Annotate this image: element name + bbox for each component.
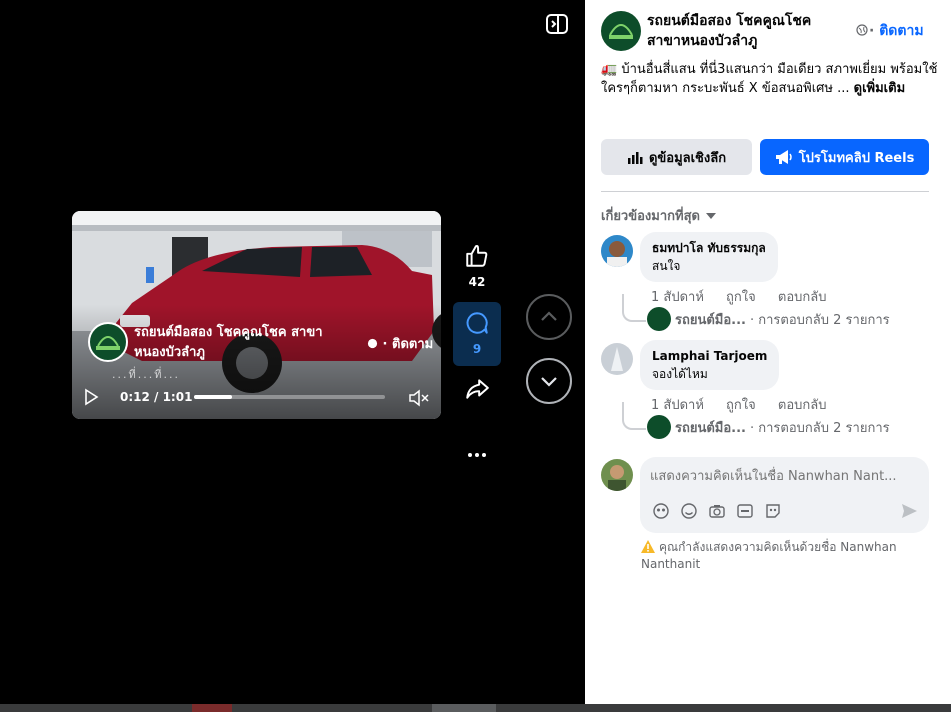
reply-author-avatar: [647, 415, 671, 439]
video-page-avatar[interactable]: [88, 322, 128, 362]
video-progress-fill: [194, 395, 233, 399]
play-icon: [85, 388, 99, 406]
comment-reply-link[interactable]: ตอบกลับ: [778, 398, 827, 413]
page-logo-icon: [96, 336, 120, 350]
follow-link[interactable]: · ติดตาม: [869, 20, 924, 42]
promote-reel-button[interactable]: โปรโมทคลิป Reels: [760, 139, 929, 175]
comment-time[interactable]: 1 สัปดาห์: [651, 290, 704, 305]
muted-speaker-icon: [409, 389, 429, 407]
avatar-photo: [601, 343, 633, 375]
like-button[interactable]: 42: [453, 243, 501, 289]
thumbs-up-icon: [466, 245, 488, 267]
share-icon: [466, 379, 489, 399]
taskbar-tab: [432, 704, 496, 712]
divider: [601, 191, 929, 192]
caret-down-icon: [705, 212, 716, 219]
globe-icon: [367, 338, 378, 349]
video-player[interactable]: รถยนต์มือสอง โชคคูณโชค สาขาหนองบัวลำภู ·…: [72, 211, 441, 419]
comment-meta: 1 สัปดาห์ ถูกใจ ตอบกลับ: [651, 286, 845, 307]
comment-composer: [640, 457, 929, 533]
comment-count: 9: [472, 342, 482, 356]
comment-like-link[interactable]: ถูกใจ: [726, 398, 756, 413]
reply-author-avatar: [647, 307, 671, 331]
comment-text: จองได้ไหม: [652, 367, 708, 381]
comment-icon: [466, 312, 488, 334]
play-button[interactable]: [82, 388, 100, 406]
comment-text: สนใจ: [652, 259, 681, 273]
video-page-name[interactable]: รถยนต์มือสอง โชคคูณโชค สาขาหนองบัวลำภู: [134, 323, 364, 363]
toggle-panel-button[interactable]: [545, 12, 569, 36]
taskbar-strip: [0, 704, 951, 712]
video-stage: รถยนต์มือสอง โชคคูณโชค สาขาหนองบัวลำภู ·…: [0, 0, 585, 712]
sticker-icon[interactable]: [652, 502, 670, 520]
comment-sort-dropdown[interactable]: เกี่ยวข้องมากที่สุด: [601, 205, 716, 226]
comment-time[interactable]: 1 สัปดาห์: [651, 398, 704, 413]
previous-reel-button[interactable]: [526, 294, 572, 340]
reply-thread-line: [622, 294, 646, 322]
comment-meta: 1 สัปดาห์ ถูกใจ ตอบกลับ: [651, 394, 845, 415]
chevron-up-icon: [541, 311, 557, 321]
post-description: 🚛 บ้านอื่นสี่แสน ที่นี่3แสนกว่า มือเดียว…: [601, 60, 941, 98]
view-replies-link[interactable]: รถยนต์มือ... · การตอบกลับ 2 รายการ: [647, 415, 890, 439]
commenter-avatar[interactable]: [601, 235, 633, 267]
warning-icon: [641, 540, 655, 553]
globe-icon: [856, 24, 868, 36]
view-replies-link[interactable]: รถยนต์มือ... · การตอบกลับ 2 รายการ: [647, 307, 890, 331]
toggle-panel-icon: [546, 14, 568, 34]
reply-author: รถยนต์มือ...: [675, 420, 746, 436]
page-logo-icon: [609, 24, 633, 39]
commenter-avatar[interactable]: [601, 343, 633, 375]
like-count: 42: [468, 275, 486, 289]
send-icon[interactable]: [900, 502, 918, 520]
video-caption: ...ที่...ที่...: [112, 368, 180, 381]
comment-like-link[interactable]: ถูกใจ: [726, 290, 756, 305]
chart-icon: [627, 152, 643, 164]
warning-text: คุณกำลังแสดงความคิดเห็นด้วยชื่อ Nanwhan …: [641, 540, 897, 571]
reply-thread-line: [622, 402, 646, 430]
comment-bubble: Lamphai Tarjoem จองได้ไหม: [640, 340, 780, 390]
insights-button[interactable]: ดูข้อมูลเชิงลึก: [601, 139, 752, 175]
follow-label: ติดตาม: [879, 23, 924, 39]
promote-label: โปรโมทคลิป Reels: [798, 150, 915, 166]
avatar-sticker-icon[interactable]: [764, 502, 782, 520]
my-avatar[interactable]: [601, 459, 633, 491]
avatar-photo: [601, 459, 633, 491]
commenting-as-notice: คุณกำลังแสดงความคิดเห็นด้วยชื่อ Nanwhan …: [641, 539, 931, 573]
mute-button[interactable]: [408, 388, 430, 408]
taskbar-tab: [192, 704, 232, 712]
avatar-photo: [601, 235, 633, 267]
comment-bubble: ธมทปาโล ทับธรรมกุล สนใจ: [640, 232, 778, 282]
reply-author: รถยนต์มือ...: [675, 312, 746, 328]
emoji-icon[interactable]: [680, 502, 698, 520]
chevron-down-icon: [541, 377, 557, 387]
insights-label: ดูข้อมูลเชิงลึก: [648, 150, 727, 166]
camera-icon[interactable]: [708, 502, 726, 520]
page-name[interactable]: รถยนต์มือสอง โชคคูณโชค สาขาหนองบัวลำภู: [647, 11, 847, 51]
reply-count: · การตอบกลับ 2 รายการ: [750, 312, 890, 328]
page-avatar[interactable]: [601, 11, 641, 51]
gif-icon[interactable]: [736, 502, 754, 520]
megaphone-icon: [775, 150, 792, 164]
comment-author[interactable]: ธมทปาโล ทับธรรมกุล: [652, 239, 766, 257]
comment-input[interactable]: [650, 465, 920, 487]
video-follow-link[interactable]: · ติดตาม: [367, 333, 433, 354]
video-progress-bar[interactable]: [194, 395, 385, 399]
sort-label: เกี่ยวข้องมากที่สุด: [601, 209, 700, 224]
reply-count: · การตอบกลับ 2 รายการ: [750, 420, 890, 436]
more-options-button[interactable]: [453, 443, 501, 471]
comment-reply-link[interactable]: ตอบกลับ: [778, 290, 827, 305]
see-more-link[interactable]: ดูเพิ่มเติม: [854, 81, 905, 96]
comment-button[interactable]: 9: [453, 302, 501, 366]
reel-details-panel: รถยนต์มือสอง โชคคูณโชค สาขาหนองบัวลำภู ·…: [585, 0, 951, 704]
video-follow-label: · ติดตาม: [382, 337, 434, 352]
video-gradient: [72, 211, 441, 419]
share-button[interactable]: [453, 376, 501, 406]
comment-author[interactable]: Lamphai Tarjoem: [652, 347, 767, 365]
more-icon: [468, 453, 486, 457]
next-reel-button[interactable]: [526, 358, 572, 404]
video-time: 0:12 / 1:01: [120, 390, 193, 404]
